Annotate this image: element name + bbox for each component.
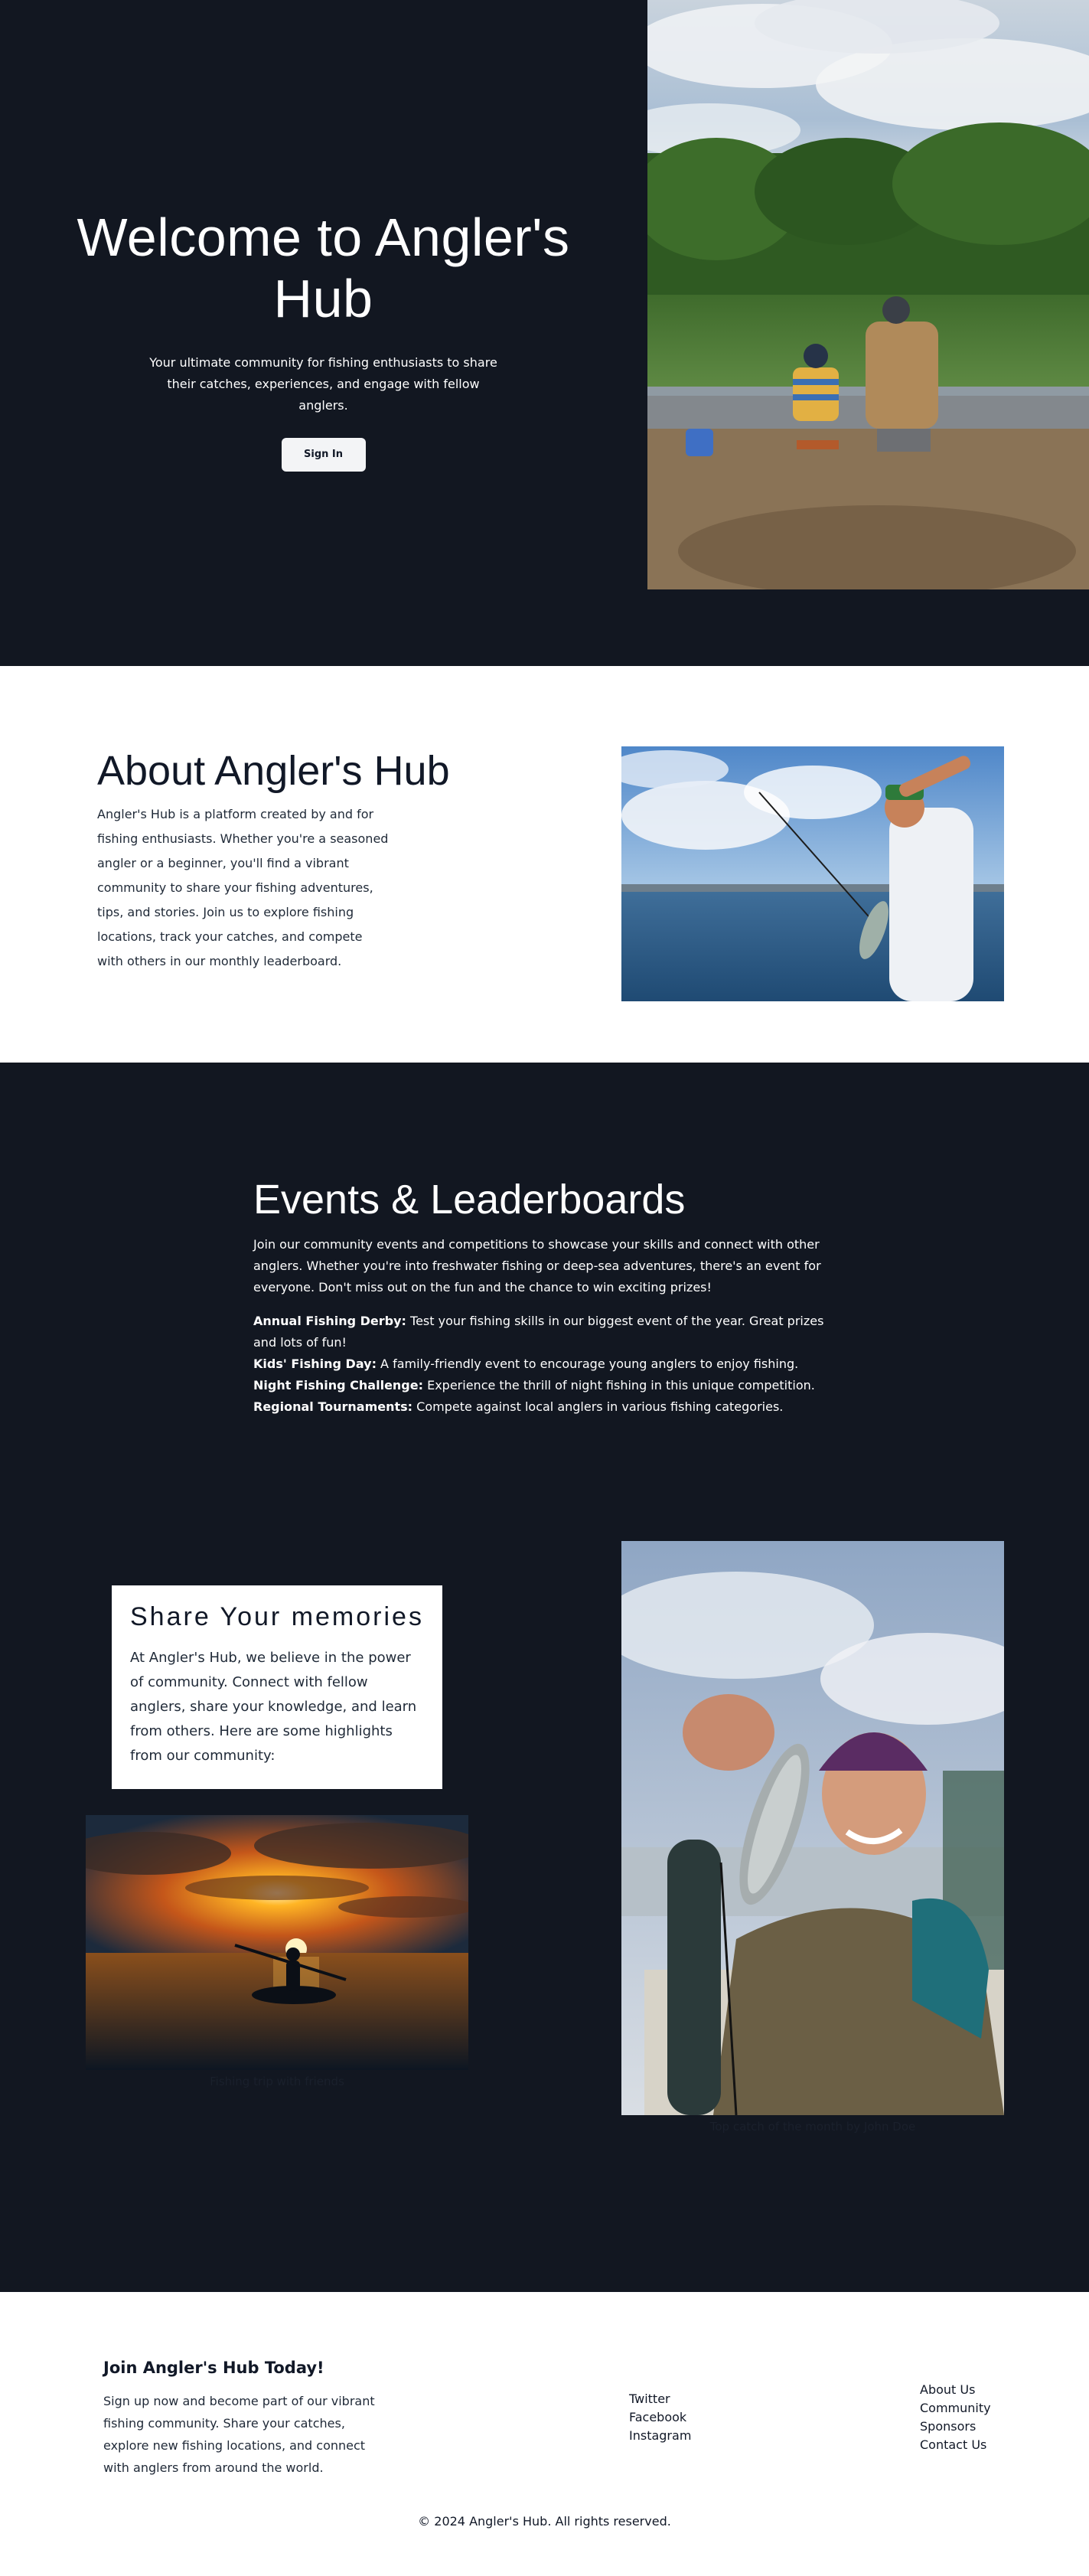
join-body: Sign up now and become part of our vibra… [103,2394,375,2475]
event-desc: Compete against local anglers in various… [412,1399,784,1414]
event-name: Night Fishing Challenge: [253,1378,424,1392]
events-block: Events & Leaderboards Join our community… [253,1176,835,1418]
event-desc: Experience the thrill of night fishing i… [423,1378,815,1392]
event-name: Annual Fishing Derby: [253,1314,406,1328]
join-title: Join Angler's Hub Today! [103,2359,324,2377]
about-section: About Angler's Hub Angler's Hub is a pla… [0,666,1089,1063]
event-desc: A family-friendly event to encourage you… [376,1357,799,1371]
hero-section: Welcome to Angler's Hub Your ultimate co… [0,0,1089,666]
kayak-sunset-photo [86,1815,468,2070]
event-item: Regional Tournaments: Compete against lo… [253,1396,835,1418]
contact-us-link[interactable]: Contact Us [920,2436,991,2454]
events-intro: Join our community events and competitio… [253,1237,821,1295]
community-link[interactable]: Community [920,2399,991,2418]
footer: Join Angler's Hub Today! Sign up now and… [0,2292,1089,2576]
hero-subtitle: Your ultimate community for fishing enth… [149,355,497,413]
copyright: © 2024 Angler's Hub. All rights reserved… [418,2514,671,2529]
sign-in-button[interactable]: Sign In [281,438,366,472]
events-list: Annual Fishing Derby: Test your fishing … [253,1311,835,1418]
memories-body: At Angler's Hub, we believe in the power… [130,1650,417,1764]
twitter-link[interactable]: Twitter [629,2390,691,2408]
event-name: Kids' Fishing Day: [253,1357,377,1371]
sponsors-link[interactable]: Sponsors [920,2418,991,2436]
angler-holding-fish-photo [621,1541,1004,2115]
facebook-link[interactable]: Facebook [629,2408,691,2427]
event-item: Annual Fishing Derby: Test your fishing … [253,1311,835,1353]
memories-title: Share Your memories [130,1602,424,1631]
instagram-link[interactable]: Instagram [629,2427,691,2445]
events-title: Events & Leaderboards [253,1177,686,1223]
angler-photo-caption: Top catch of the month by John Doe [709,2120,916,2134]
kayak-photo-caption: Fishing trip with friends [210,2075,344,2088]
about-us-link[interactable]: About Us [920,2381,991,2399]
memories-card: Share Your memories At Angler's Hub, we … [112,1585,442,1789]
event-name: Regional Tournaments: [253,1399,413,1414]
site-links: About Us Community Sponsors Contact Us [920,2381,991,2454]
social-links: Twitter Facebook Instagram [629,2390,691,2445]
about-title: About Angler's Hub [97,748,450,794]
events-memories-section: Events & Leaderboards Join our community… [0,1063,1089,2292]
hero-text: Welcome to Angler's Hub Your ultimate co… [31,207,616,472]
about-photo-sea-fishing [621,746,1004,1001]
about-body: Angler's Hub is a platform created by an… [97,807,389,968]
event-item: Kids' Fishing Day: A family-friendly eve… [253,1353,835,1375]
hero-photo-lake-fishing [647,0,1089,589]
hero-title: Welcome to Angler's Hub [77,207,570,328]
event-item: Night Fishing Challenge: Experience the … [253,1375,835,1396]
